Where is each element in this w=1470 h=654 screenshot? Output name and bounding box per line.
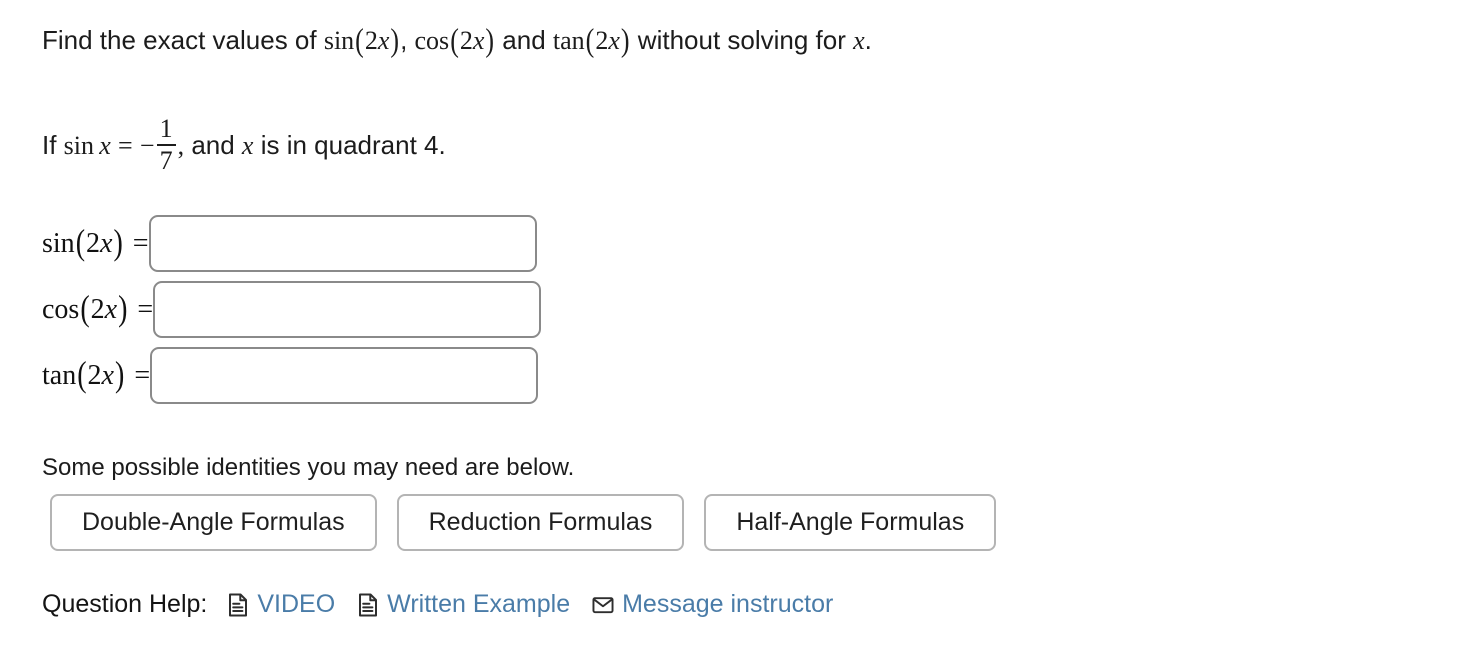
given-variable: x xyxy=(99,130,111,160)
answer-input-tan[interactable] xyxy=(150,347,539,404)
prompt-cos-fn: cos xyxy=(414,26,450,55)
answer-row-cos: cos(2 x) = xyxy=(42,278,542,341)
answer-coefficient-cos: 2 xyxy=(90,293,105,325)
prompt-sin-fn: sin xyxy=(323,26,355,55)
prompt-mid-text: and xyxy=(495,25,553,55)
written-example-link[interactable]: Written Example xyxy=(357,590,570,619)
given-condition: If sin x = −1 7, and x is in quadrant 4. xyxy=(42,116,446,176)
given-fraction: 17 xyxy=(156,116,176,175)
given-equals-sign: = xyxy=(118,130,133,160)
answer-sin-fn: sin xyxy=(42,227,75,259)
fraction-denominator: 7 xyxy=(159,146,173,175)
prompt-coefficient-3: 2 xyxy=(595,26,609,55)
prompt-tail-text: without solving for xyxy=(630,25,854,55)
prompt-tan-fn: tan xyxy=(552,26,585,55)
prompt-variable-3: x xyxy=(608,26,620,55)
answer-label-cos: cos(2 x) = xyxy=(42,291,154,327)
document-icon xyxy=(227,592,249,618)
answer-variable-tan: x xyxy=(101,359,114,391)
given-variable-2: x xyxy=(241,130,254,160)
message-instructor-link[interactable]: Message instructor xyxy=(592,590,833,619)
answer-tan-fn: tan xyxy=(42,359,77,391)
prompt-close-paren-3: ) xyxy=(620,21,630,59)
answer-close-paren-tan: ) xyxy=(114,354,125,395)
answer-open-paren-tan: ( xyxy=(77,354,87,395)
message-instructor-label: Message instructor xyxy=(622,590,834,618)
answer-equals-sin: = xyxy=(132,227,149,259)
answer-fields-group: sin(2 x) = cos(2 x) = tan(2 x) = xyxy=(42,212,542,410)
answer-cos-fn: cos xyxy=(42,293,80,325)
prompt-coefficient-1: 2 xyxy=(364,26,378,55)
answer-row-tan: tan(2 x) = xyxy=(42,344,541,407)
given-sin-fn: sin xyxy=(63,130,95,160)
given-mid-text: and xyxy=(184,129,242,160)
answer-open-paren-sin: ( xyxy=(75,222,86,263)
prompt-open-paren-1: ( xyxy=(355,21,364,59)
fraction-numerator: 1 xyxy=(156,116,176,146)
answer-equals-tan: = xyxy=(134,359,151,391)
prompt-lead-text: Find the exact values of xyxy=(42,25,324,55)
prompt-coefficient-2: 2 xyxy=(459,26,473,55)
prompt-variable-2: x xyxy=(472,26,485,55)
prompt-open-paren-3: ( xyxy=(585,21,595,59)
prompt-close-paren-2: ) xyxy=(485,21,495,59)
prompt-close-paren-1: ) xyxy=(390,21,400,59)
answer-equals-cos: = xyxy=(137,293,154,325)
answer-coefficient-tan: 2 xyxy=(87,359,102,391)
video-help-label: VIDEO xyxy=(257,590,336,618)
answer-variable-sin: x xyxy=(100,227,113,259)
double-angle-formulas-button[interactable]: Double-Angle Formulas xyxy=(50,494,377,551)
half-angle-formulas-button[interactable]: Half-Angle Formulas xyxy=(704,494,997,551)
prompt-open-paren-2: ( xyxy=(450,21,459,59)
answer-input-cos[interactable] xyxy=(153,281,542,338)
prompt-variable-4: x xyxy=(853,26,865,55)
reduction-formulas-button[interactable]: Reduction Formulas xyxy=(396,494,685,551)
answer-input-sin[interactable] xyxy=(148,215,537,272)
given-lead-text: If xyxy=(42,129,64,160)
answer-coefficient-sin: 2 xyxy=(86,227,101,259)
answer-label-sin: sin(2 x) = xyxy=(42,225,149,261)
question-prompt: Find the exact values of sin(2x), cos(2x… xyxy=(42,22,872,59)
written-example-label: Written Example xyxy=(387,590,571,618)
answer-close-paren-sin: ) xyxy=(113,222,123,263)
prompt-variable-1: x xyxy=(377,26,390,55)
identity-buttons-group: Double-Angle Formulas Reduction Formulas… xyxy=(50,494,997,551)
answer-label-tan: tan(2 x) = xyxy=(42,357,151,393)
answer-row-sin: sin(2 x) = xyxy=(42,212,541,275)
identities-heading: Some possible identities you may need ar… xyxy=(42,454,575,481)
question-help-label: Question Help: xyxy=(42,590,208,618)
video-help-link[interactable]: VIDEO xyxy=(227,590,335,619)
answer-variable-cos: x xyxy=(104,293,118,325)
answer-close-paren-cos: ) xyxy=(118,288,128,329)
given-tail-text: is in quadrant 4. xyxy=(253,129,446,160)
question-help-bar: Question Help: VIDEO Written Example Mes… xyxy=(42,590,855,619)
given-minus-sign: − xyxy=(139,130,155,160)
document-icon xyxy=(357,592,379,618)
answer-open-paren-cos: ( xyxy=(80,288,90,329)
envelope-icon xyxy=(592,592,614,618)
prompt-end-text: . xyxy=(864,25,872,55)
question-page: Find the exact values of sin(2x), cos(2x… xyxy=(0,0,1470,654)
